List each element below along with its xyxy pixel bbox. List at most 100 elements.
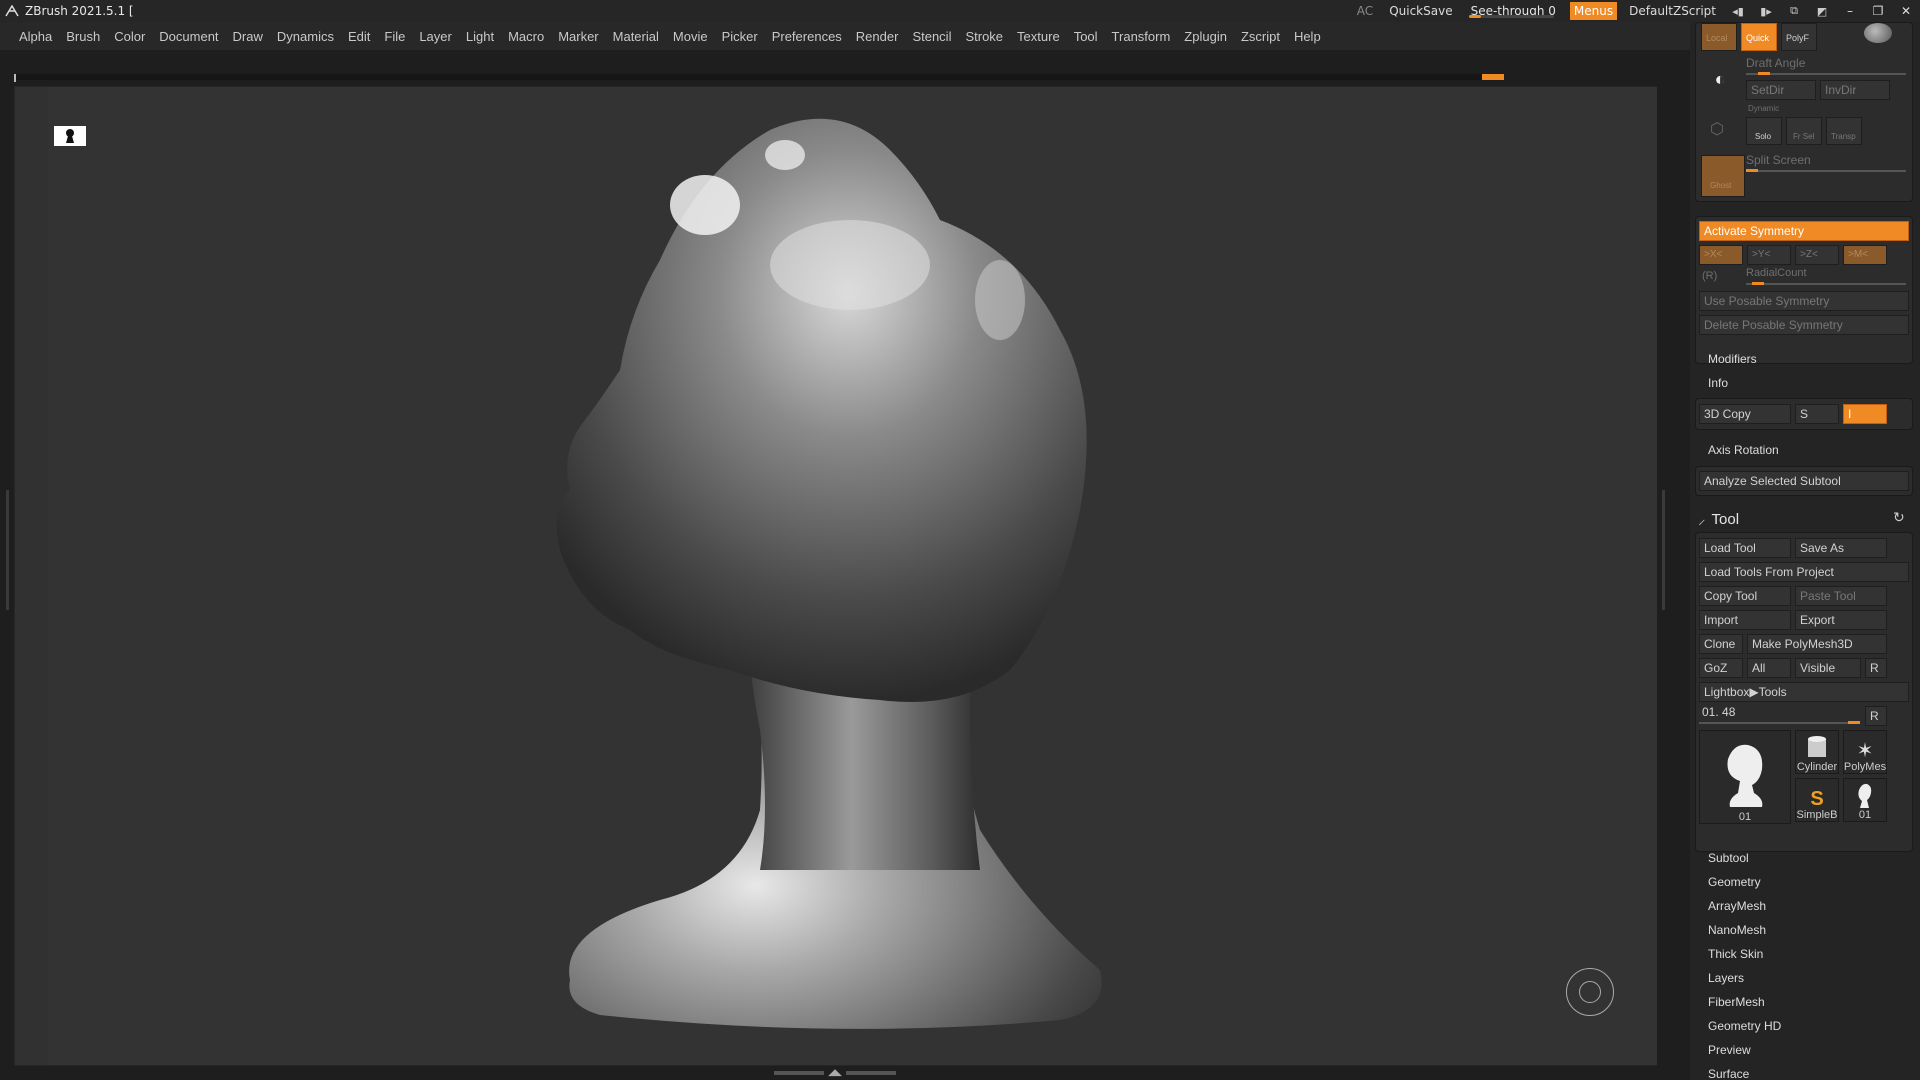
- menu-layer[interactable]: Layer: [412, 29, 459, 44]
- quick-button[interactable]: Quick: [1741, 23, 1777, 51]
- use-posable-symmetry-button[interactable]: Use Posable Symmetry: [1699, 291, 1909, 311]
- goz-all-button[interactable]: All: [1747, 658, 1791, 678]
- quicksave-button[interactable]: QuickSave: [1381, 4, 1460, 18]
- surface-section[interactable]: Surface: [1708, 1067, 1749, 1080]
- left-tray-handle[interactable]: [4, 490, 10, 610]
- menu-help[interactable]: Help: [1287, 29, 1328, 44]
- floor-cube-icon[interactable]: ⬡: [1710, 119, 1724, 139]
- import-button[interactable]: Import: [1699, 610, 1791, 630]
- menu-movie[interactable]: Movie: [666, 29, 715, 44]
- delete-posable-symmetry-button[interactable]: Delete Posable Symmetry: [1699, 315, 1909, 335]
- sym-y-button[interactable]: >Y<: [1747, 245, 1791, 265]
- interface-icon[interactable]: ⧉: [1783, 4, 1805, 18]
- copy-tool-button[interactable]: Copy Tool: [1699, 586, 1791, 606]
- head-tool-thumbnail-small[interactable]: 01: [1843, 778, 1887, 822]
- tool-slider-r-button[interactable]: R: [1865, 706, 1887, 726]
- setdir-button[interactable]: SetDir: [1746, 80, 1816, 100]
- menu-alpha[interactable]: Alpha: [12, 29, 59, 44]
- clone-button[interactable]: Clone: [1699, 634, 1743, 654]
- analyze-subtool-button[interactable]: Analyze Selected Subtool: [1699, 471, 1909, 491]
- transp-button[interactable]: Transp: [1826, 117, 1862, 145]
- goz-button[interactable]: GoZ: [1699, 658, 1743, 678]
- restore-icon[interactable]: ❐: [1864, 4, 1892, 18]
- goz-visible-button[interactable]: Visible: [1795, 658, 1861, 678]
- simplebrush-tool-thumbnail[interactable]: S SimpleB: [1795, 778, 1839, 822]
- goz-r-button[interactable]: R: [1865, 658, 1887, 678]
- close-icon[interactable]: ✕: [1892, 4, 1920, 18]
- split-screen-label[interactable]: Split Screen: [1746, 153, 1811, 167]
- polymesh-tool-thumbnail[interactable]: ✶ PolyMes: [1843, 730, 1887, 774]
- cylinder-tool-thumbnail[interactable]: Cylinder: [1795, 730, 1839, 774]
- minimize-icon[interactable]: –: [1836, 4, 1864, 18]
- layout-right-icon[interactable]: ▮▸: [1755, 4, 1777, 18]
- paste-tool-button[interactable]: Paste Tool: [1795, 586, 1887, 606]
- menu-preferences[interactable]: Preferences: [765, 29, 849, 44]
- menu-picker[interactable]: Picker: [715, 29, 765, 44]
- copy3d-s-button[interactable]: S: [1795, 404, 1839, 424]
- tool-palette-header[interactable]: ⸝ Tool: [1698, 509, 1739, 529]
- draft-angle-knob[interactable]: [1758, 72, 1770, 75]
- copy3d-i-button[interactable]: I: [1843, 404, 1887, 424]
- nanomesh-section[interactable]: NanoMesh: [1708, 923, 1766, 937]
- menu-file[interactable]: File: [377, 29, 412, 44]
- menu-draw[interactable]: Draw: [226, 29, 270, 44]
- menu-texture[interactable]: Texture: [1010, 29, 1067, 44]
- menu-transform[interactable]: Transform: [1105, 29, 1178, 44]
- arraymesh-section[interactable]: ArrayMesh: [1708, 899, 1766, 913]
- tool-slider-knob[interactable]: [1848, 721, 1860, 724]
- refresh-icon[interactable]: ↻: [1893, 509, 1905, 526]
- menu-edit[interactable]: Edit: [341, 29, 377, 44]
- radial-count-knob[interactable]: [1752, 282, 1764, 285]
- menu-macro[interactable]: Macro: [501, 29, 551, 44]
- theme-icon[interactable]: ◩: [1811, 4, 1833, 18]
- ghost-button[interactable]: Ghost: [1701, 155, 1745, 197]
- menu-color[interactable]: Color: [107, 29, 152, 44]
- layers-section[interactable]: Layers: [1708, 971, 1744, 985]
- bottom-shelf-handle[interactable]: ◢◣: [770, 1068, 900, 1078]
- local-button[interactable]: Local: [1701, 23, 1737, 51]
- modifiers-section[interactable]: Modifiers: [1708, 352, 1757, 366]
- fibermesh-section[interactable]: FiberMesh: [1708, 995, 1765, 1009]
- copy3d-button[interactable]: 3D Copy: [1699, 404, 1791, 424]
- sculpt-head-model[interactable]: [540, 110, 1160, 1030]
- geometry-section[interactable]: Geometry: [1708, 875, 1761, 889]
- menu-stencil[interactable]: Stencil: [905, 29, 958, 44]
- sym-x-button[interactable]: >X<: [1699, 245, 1743, 265]
- radial-r-toggle[interactable]: (R): [1702, 270, 1717, 282]
- perspective-camera-icon[interactable]: [54, 126, 86, 146]
- geometry-hd-section[interactable]: Geometry HD: [1708, 1019, 1781, 1033]
- menu-light[interactable]: Light: [459, 29, 501, 44]
- menu-stroke[interactable]: Stroke: [958, 29, 1010, 44]
- subtool-section[interactable]: Subtool: [1708, 851, 1749, 865]
- see-through-slider[interactable]: See-through 0: [1461, 4, 1566, 18]
- preview-section[interactable]: Preview: [1708, 1043, 1751, 1057]
- menu-zplugin[interactable]: Zplugin: [1177, 29, 1234, 44]
- load-tools-project-button[interactable]: Load Tools From Project: [1699, 562, 1909, 582]
- invdir-button[interactable]: InvDir: [1820, 80, 1890, 100]
- axis-rotation-section[interactable]: Axis Rotation: [1708, 443, 1779, 457]
- menu-document[interactable]: Document: [152, 29, 225, 44]
- export-button[interactable]: Export: [1795, 610, 1887, 630]
- current-tool-thumbnail[interactable]: 01: [1699, 730, 1791, 824]
- menu-brush[interactable]: Brush: [59, 29, 107, 44]
- info-section[interactable]: Info: [1708, 376, 1728, 390]
- menus-button[interactable]: Menus: [1569, 2, 1618, 20]
- right-tray-handle[interactable]: [1658, 490, 1668, 610]
- split-screen-knob[interactable]: [1746, 169, 1758, 172]
- solo-button[interactable]: Solo: [1746, 117, 1782, 145]
- load-tool-button[interactable]: Load Tool: [1699, 538, 1791, 558]
- make-polymesh-button[interactable]: Make PolyMesh3D: [1747, 634, 1887, 654]
- activate-symmetry-button[interactable]: Activate Symmetry: [1699, 221, 1909, 241]
- menu-material[interactable]: Material: [606, 29, 666, 44]
- menu-zscript[interactable]: Zscript: [1234, 29, 1287, 44]
- sym-m-button[interactable]: >M<: [1843, 245, 1887, 265]
- navigation-gizmo[interactable]: [1566, 968, 1614, 1016]
- menu-tool[interactable]: Tool: [1067, 29, 1105, 44]
- default-zscript-button[interactable]: DefaultZScript: [1621, 4, 1724, 18]
- lightbox-tools-button[interactable]: Lightbox▶Tools: [1699, 682, 1909, 702]
- menu-marker[interactable]: Marker: [551, 29, 605, 44]
- layout-left-icon[interactable]: ◂▮: [1727, 4, 1749, 18]
- frsel-button[interactable]: Fr Sel: [1786, 117, 1822, 145]
- material-sphere-icon[interactable]: [1864, 23, 1892, 43]
- polyf-button[interactable]: PolyF: [1781, 23, 1817, 51]
